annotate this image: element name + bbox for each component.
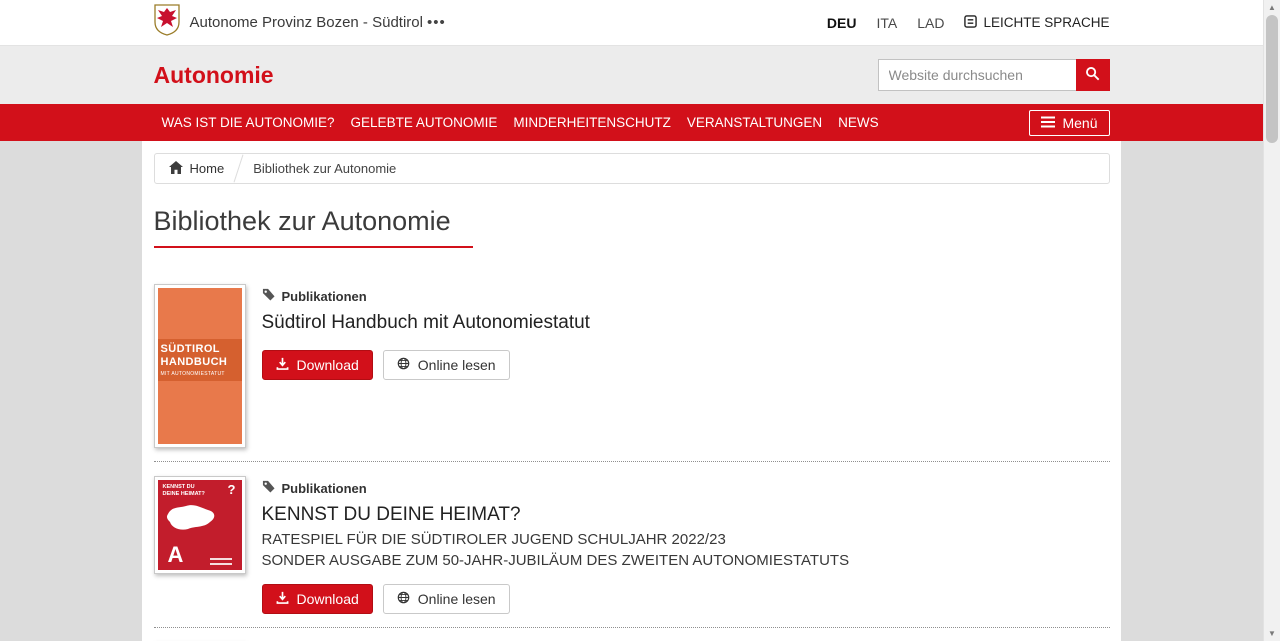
online-read-button-label: Online lesen — [418, 357, 496, 373]
lang-ita[interactable]: ITA — [876, 15, 897, 31]
nav-item-veranstaltungen[interactable]: VERANSTALTUNGEN — [687, 115, 822, 130]
download-button-label: Download — [297, 591, 359, 607]
online-read-button-label: Online lesen — [418, 591, 496, 607]
category-text: Publikationen — [282, 481, 367, 496]
globe-icon — [397, 591, 410, 607]
easy-language-link[interactable]: LEICHTE SPRACHE — [964, 15, 1109, 31]
item-separator — [154, 627, 1110, 628]
easy-language-icon — [964, 15, 977, 31]
home-icon — [169, 161, 183, 177]
site-section-title: Autonomie — [154, 62, 274, 89]
coat-of-arms-icon — [154, 4, 180, 41]
lang-lad[interactable]: LAD — [917, 15, 944, 31]
publication-title: KENNST DU DEINE HEIMAT? — [262, 504, 1110, 526]
breadcrumb-current: Bibliothek zur Autonomie — [253, 161, 396, 176]
globe-icon — [397, 357, 410, 373]
scroll-down-button[interactable]: ▼ — [1264, 626, 1280, 641]
download-icon — [276, 591, 289, 607]
language-switcher: DEU ITA LAD LEICHTE SPRACHE — [827, 15, 1110, 31]
download-button-label: Download — [297, 357, 359, 373]
menu-button[interactable]: Menü — [1029, 110, 1109, 136]
content-area: Home Bibliothek zur Autonomie Bibliothek… — [142, 141, 1121, 641]
cover-text: HANDBUCH — [161, 356, 239, 368]
search-button[interactable] — [1076, 59, 1110, 91]
search-icon — [1085, 66, 1100, 84]
cover-text: SÜDTIROL — [161, 343, 239, 355]
search-input[interactable] — [878, 59, 1076, 91]
publication-subtitle: RATESPIEL FÜR DIE SÜDTIROLER JUGEND SCHU… — [262, 530, 1110, 551]
nav-item-minderheitenschutz[interactable]: MINDERHEITENSCHUTZ — [513, 115, 671, 130]
publication-subtitle: SONDER AUSGABE ZUM 50-JAHR-JUBILÄUM DES … — [262, 551, 1110, 572]
scrollbar-thumb[interactable] — [1266, 15, 1278, 143]
publication-cover-link[interactable]: KENNST DU DEINE HEIMAT? ? A — [154, 476, 246, 574]
publication-cover-link[interactable]: SÜDTIROL HANDBUCH MIT AUTONOMIESTATUT — [154, 284, 246, 448]
category-label: Publikationen — [262, 480, 1110, 496]
map-silhouette — [164, 502, 218, 537]
lang-deu[interactable]: DEU — [827, 15, 857, 31]
tag-icon — [262, 480, 275, 496]
category-text: Publikationen — [282, 289, 367, 304]
menu-button-label: Menü — [1062, 115, 1097, 131]
download-icon — [276, 357, 289, 373]
cover-text: MIT AUTONOMIESTATUT — [161, 371, 239, 377]
breadcrumb-home-label: Home — [190, 161, 225, 176]
vertical-scrollbar[interactable]: ▲ ▼ — [1263, 0, 1280, 641]
scroll-up-button[interactable]: ▲ — [1264, 0, 1280, 15]
tag-icon — [262, 288, 275, 304]
online-read-button[interactable]: Online lesen — [383, 350, 510, 380]
site-header: Autonomie — [0, 46, 1263, 104]
item-separator — [154, 461, 1110, 462]
page-shell: Autonome Provinz Bozen - Südtirol ••• DE… — [0, 0, 1263, 641]
cover-text: KENNST DU — [163, 484, 205, 491]
page-title: Bibliothek zur Autonomie — [154, 206, 473, 248]
cover-text: ? — [228, 482, 236, 497]
publication-title: Südtirol Handbuch mit Autonomiestatut — [262, 312, 1110, 334]
publication-item: KENNST DU DEINE HEIMAT? ? A — [154, 476, 1110, 614]
cover-text: DEINE HEIMAT? — [163, 491, 205, 498]
category-label: Publikationen — [262, 288, 1110, 304]
easy-language-label: LEICHTE SPRACHE — [983, 15, 1109, 30]
hamburger-icon — [1041, 115, 1055, 131]
site-name: Autonome Provinz Bozen - Südtirol — [190, 14, 423, 31]
cover-text: A — [168, 542, 184, 568]
nav-item-news[interactable]: NEWS — [838, 115, 879, 130]
breadcrumb: Home Bibliothek zur Autonomie — [154, 153, 1110, 184]
cover-decoration — [210, 558, 232, 560]
cover-image-suedtirol-handbuch: SÜDTIROL HANDBUCH MIT AUTONOMIESTATUT — [158, 288, 242, 444]
site-search — [878, 59, 1110, 91]
breadcrumb-home-link[interactable]: Home — [169, 161, 225, 177]
nav-item-gelebte-autonomie[interactable]: GELEBTE AUTONOMIE — [351, 115, 498, 130]
online-read-button[interactable]: Online lesen — [383, 584, 510, 614]
top-bar: Autonome Provinz Bozen - Südtirol ••• DE… — [0, 0, 1263, 46]
download-button[interactable]: Download — [262, 584, 373, 614]
breadcrumb-separator — [234, 155, 244, 183]
main-navigation: WAS IST DIE AUTONOMIE? GELEBTE AUTONOMIE… — [0, 104, 1263, 141]
more-options-button[interactable]: ••• — [427, 14, 446, 31]
download-button[interactable]: Download — [262, 350, 373, 380]
site-brand-link[interactable]: Autonome Provinz Bozen - Südtirol — [154, 4, 423, 41]
nav-item-was-ist-die-autonomie[interactable]: WAS IST DIE AUTONOMIE? — [162, 115, 335, 130]
publication-list: SÜDTIROL HANDBUCH MIT AUTONOMIESTATUT — [154, 284, 1110, 641]
cover-image-kennst-du-deine-heimat: KENNST DU DEINE HEIMAT? ? A — [158, 480, 242, 570]
publication-item: SÜDTIROL HANDBUCH MIT AUTONOMIESTATUT — [154, 284, 1110, 448]
